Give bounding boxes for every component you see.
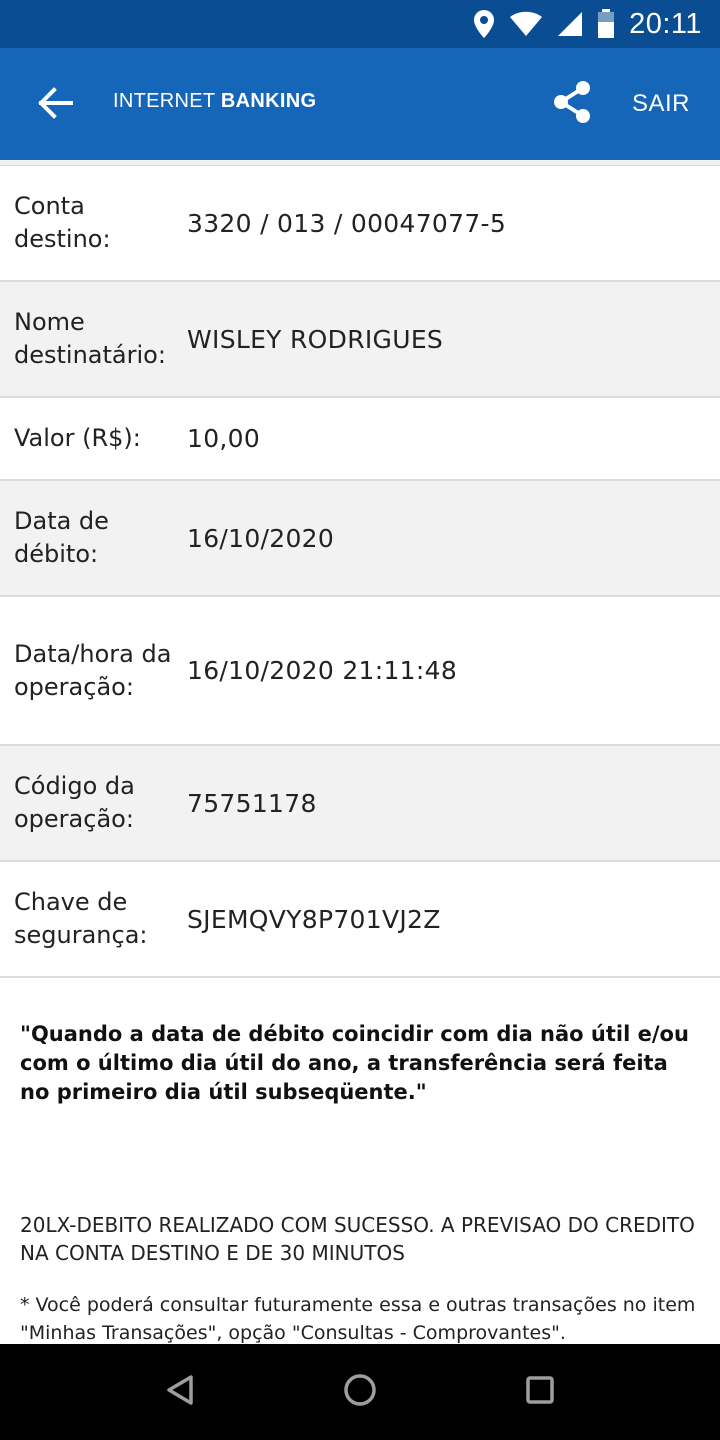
detail-value: 10,00	[187, 424, 261, 453]
detail-row-valor: Valor (R$): 10,00	[0, 398, 720, 481]
business-day-notice: "Quando a data de débito coincidir com d…	[20, 1022, 689, 1104]
battery-icon	[597, 9, 615, 39]
signal-icon	[557, 11, 583, 37]
detail-label: Data de débito:	[14, 507, 109, 568]
app-title-bold: BANKING	[220, 90, 317, 112]
status-time: 20:11	[629, 7, 702, 40]
share-button[interactable]	[546, 78, 598, 130]
detail-label: Chave de segurança:	[14, 888, 148, 949]
nav-home-button[interactable]	[336, 1368, 384, 1416]
detail-value: SJEMQVY8P701VJ2Z	[187, 904, 441, 934]
detail-value: 75751178	[187, 788, 317, 818]
wifi-icon	[509, 11, 543, 37]
detail-row-data-hora-operacao: Data/hora da operação: 16/10/2020 21:11:…	[0, 597, 720, 746]
detail-row-nome-destinatario: Nome destinatário: WISLEY RODRIGUES	[0, 282, 720, 398]
detail-row-chave-seguranca: Chave de segurança: SJEMQVY8P701VJ2Z	[0, 862, 720, 978]
status-bar: 20:11	[0, 0, 720, 48]
back-triangle-icon	[165, 1374, 195, 1410]
detail-row-data-debito: Data de débito: 16/10/2020	[0, 481, 720, 597]
nav-back-button[interactable]	[156, 1368, 204, 1416]
result-message: 20LX-DEBITO REALIZADO COM SUCESSO. A PRE…	[20, 1213, 695, 1265]
app-bar: INTERNET BANKING SAIR	[0, 48, 720, 160]
navigation-bar	[0, 1344, 720, 1440]
detail-value: 3320 / 013 / 00047077-5	[187, 208, 507, 238]
detail-label: Código da operação:	[14, 772, 135, 833]
recents-square-icon	[525, 1375, 555, 1409]
arrow-left-icon	[37, 87, 73, 123]
logout-button[interactable]: SAIR	[632, 90, 690, 118]
detail-value: 16/10/2020 21:11:48	[187, 656, 458, 685]
detail-value: 16/10/2020	[187, 523, 335, 553]
back-button[interactable]	[30, 80, 80, 130]
footnote: * Você poderá consultar futuramente essa…	[20, 1294, 696, 1344]
home-circle-icon	[343, 1373, 377, 1411]
detail-value: WISLEY RODRIGUES	[187, 324, 444, 354]
nav-recents-button[interactable]	[516, 1368, 564, 1416]
share-icon	[552, 80, 592, 128]
detail-label: Nome destinatário:	[14, 308, 166, 369]
location-icon	[473, 9, 495, 39]
app-title: INTERNET BANKING	[113, 90, 316, 113]
detail-row-conta-destino: Conta destino: 3320 / 013 / 00047077-5	[0, 166, 720, 282]
detail-label: Conta destino:	[14, 192, 111, 253]
detail-label: Data/hora da operação:	[14, 639, 172, 701]
detail-label: Valor (R$):	[14, 424, 141, 452]
detail-row-codigo-operacao: Código da operação: 75751178	[0, 746, 720, 862]
app-title-regular: INTERNET	[113, 90, 221, 112]
receipt-content: Conta destino: 3320 / 013 / 00047077-5 N…	[0, 160, 720, 1344]
